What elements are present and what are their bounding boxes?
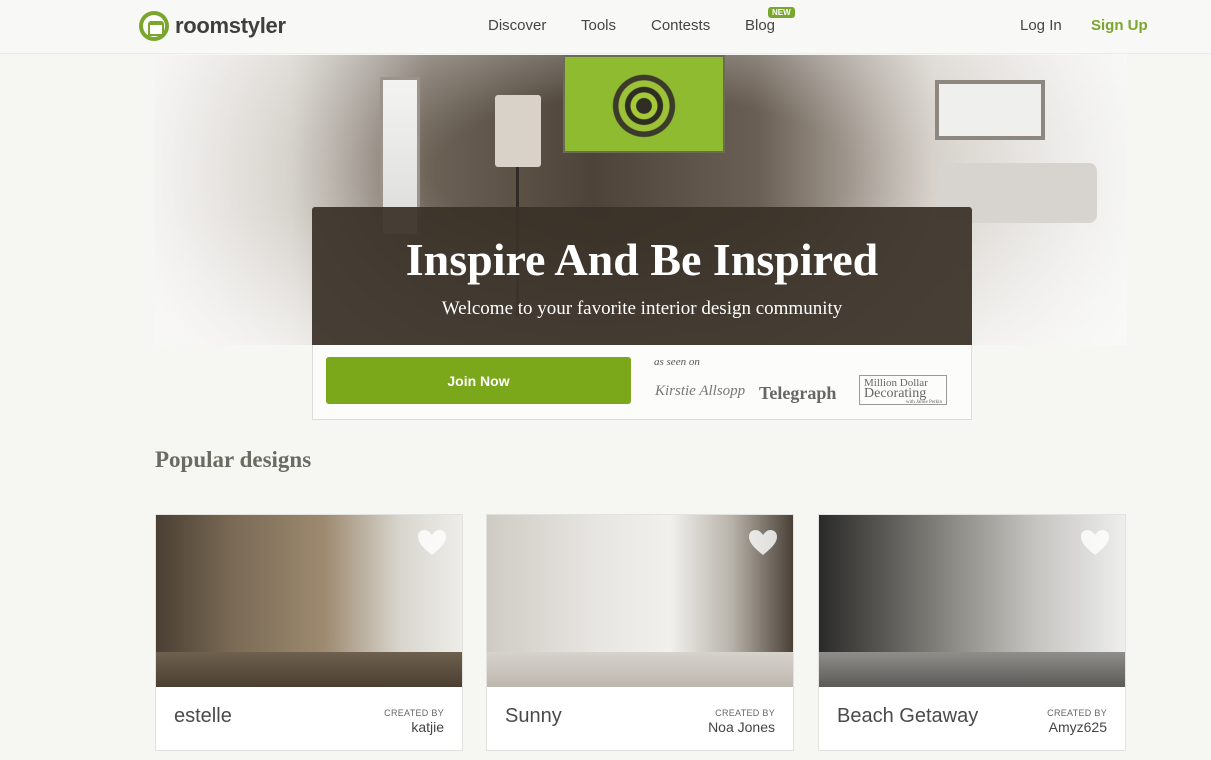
nav-tools[interactable]: Tools: [581, 17, 616, 34]
logo[interactable]: roomstyler: [139, 11, 286, 41]
created-by-label: CREATED BY: [384, 708, 444, 718]
heart-icon[interactable]: [747, 527, 779, 559]
nav-blog[interactable]: Blog: [745, 17, 775, 34]
hero-title: Inspire And Be Inspired: [405, 234, 879, 285]
nav-discover[interactable]: Discover: [488, 17, 546, 34]
site-header: roomstyler Discover Tools Contests Blog …: [0, 0, 1211, 54]
design-author[interactable]: Amyz625: [1049, 719, 1107, 735]
new-badge: NEW: [768, 7, 795, 18]
created-by-label: CREATED BY: [715, 708, 775, 718]
heart-icon[interactable]: [1079, 527, 1111, 559]
press-logo-kirstie: Kirstie Allsopp: [655, 383, 746, 399]
design-image[interactable]: [156, 515, 462, 687]
join-now-button[interactable]: Join Now: [326, 357, 631, 404]
design-card[interactable]: Sunny CREATED BY Noa Jones: [486, 514, 794, 751]
login-link[interactable]: Log In: [1020, 17, 1062, 34]
hero-overlay: Inspire And Be Inspired Welcome to your …: [312, 207, 972, 345]
nav-contests[interactable]: Contests: [651, 17, 710, 34]
design-card[interactable]: Beach Getaway CREATED BY Amyz625: [818, 514, 1126, 751]
design-image[interactable]: [819, 515, 1125, 687]
signup-link[interactable]: Sign Up: [1091, 17, 1148, 34]
design-name[interactable]: Sunny: [505, 705, 562, 728]
created-by-label: CREATED BY: [1047, 708, 1107, 718]
as-seen-on-label: as seen on: [654, 356, 700, 368]
heart-icon[interactable]: [416, 527, 448, 559]
press-logo-million-dollar: Million Dollar Decorating with Jamie Per…: [859, 375, 947, 405]
design-author[interactable]: katjie: [411, 719, 444, 735]
press3-line2: Decorating: [864, 386, 927, 401]
design-card[interactable]: estelle CREATED BY katjie: [155, 514, 463, 751]
design-image[interactable]: [487, 515, 793, 687]
press-logo-telegraph: Telegraph: [759, 383, 837, 403]
design-author[interactable]: Noa Jones: [708, 719, 775, 735]
hero-subtitle: Welcome to your favorite interior design…: [441, 298, 843, 319]
logo-text: roomstyler: [175, 13, 286, 38]
popular-designs-title: Popular designs: [155, 447, 312, 472]
join-panel: Join Now as seen on Kirstie Allsopp Tele…: [312, 345, 972, 420]
armchair-logo-icon: [139, 11, 169, 41]
design-name[interactable]: Beach Getaway: [837, 705, 978, 728]
design-name[interactable]: estelle: [174, 705, 232, 728]
